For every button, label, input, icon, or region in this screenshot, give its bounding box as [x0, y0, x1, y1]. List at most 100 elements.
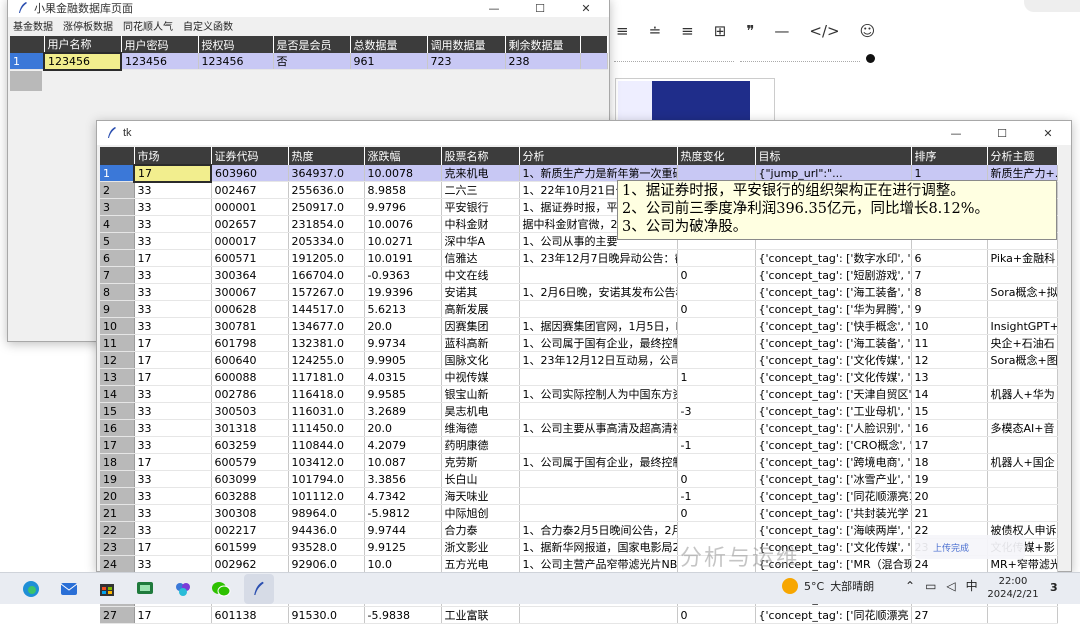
table-cell[interactable] [987, 487, 1058, 505]
table-cell[interactable]: 中科金财 [441, 215, 520, 233]
table-cell[interactable]: 1、23年12月7日晚异动公告：截至本公告日 [519, 249, 678, 267]
table-cell[interactable]: 因赛集团 [441, 317, 520, 335]
table-cell[interactable] [519, 402, 678, 420]
table-cell[interactable]: 8.9858 [364, 181, 442, 199]
row-index[interactable]: 17 [100, 436, 135, 454]
edge-icon[interactable] [16, 574, 46, 604]
table-cell[interactable]: 14 [911, 385, 988, 403]
table-cell[interactable]: 昊志机电 [441, 402, 520, 420]
table-cell[interactable]: 克来机电 [441, 165, 520, 182]
table-cell[interactable]: 33 [134, 300, 212, 318]
table-cell[interactable]: 10.0 [364, 555, 442, 573]
minimize-button[interactable]: — [471, 0, 517, 17]
table-cell[interactable]: 33 [134, 198, 212, 216]
table-cell[interactable]: 33 [134, 283, 212, 301]
table-cell[interactable]: 166704.0 [288, 266, 365, 284]
row-index[interactable]: 4 [100, 215, 135, 233]
table-cell[interactable]: {'concept_tag': ['快手概念', ' [755, 317, 912, 335]
table-cell[interactable]: 92906.0 [288, 555, 365, 573]
table-cell[interactable]: 33 [134, 181, 212, 199]
table-row[interactable]: 17 33 603259 110844.0 4.2079 药明康德 -1 {'concept_… [100, 436, 1058, 454]
table-cell[interactable] [519, 504, 678, 522]
table-cell[interactable]: 33 [134, 470, 212, 488]
table-cell[interactable]: 4.0315 [364, 368, 442, 386]
table-cell[interactable]: 1、据新华网报道，国家电影局2月18日发布数据显示 [519, 538, 678, 556]
table-cell[interactable]: {'concept_tag': ['天津自贸区', ' [755, 385, 912, 403]
table-cell[interactable]: 维海德 [441, 419, 520, 437]
column-header[interactable]: 总数据量 [350, 36, 428, 53]
clock[interactable]: 22:00 2024/2/21 [983, 575, 1043, 601]
row-index[interactable]: 8 [100, 283, 135, 301]
column-header[interactable]: 用户名称 [44, 36, 122, 53]
weather-widget[interactable]: 5°C 大部晴朗 [782, 578, 874, 594]
table-cell[interactable]: 123456 [43, 52, 122, 71]
table-row[interactable]: 1633301318111450.020.0维海德1、公司主要从事高清及超高清视… [100, 419, 1058, 437]
table-cell[interactable] [519, 487, 678, 505]
table-cell[interactable] [519, 436, 678, 454]
table-cell[interactable]: 3.3856 [364, 470, 442, 488]
row-index[interactable]: 19 [100, 470, 135, 488]
column-header[interactable]: 授权码 [198, 36, 274, 53]
table-cell[interactable]: 33 [134, 215, 212, 233]
table-cell[interactable]: {'concept_tag': ['跨境电商', ' [755, 453, 912, 471]
table-cell[interactable]: 111450.0 [288, 419, 365, 437]
table-cell[interactable]: 9.9585 [364, 385, 442, 403]
table-cell[interactable] [987, 266, 1058, 284]
row-index[interactable]: 2 [100, 181, 135, 199]
table-cell[interactable] [987, 300, 1058, 318]
table-cell[interactable]: 1、据因赛集团官网，1月5日，InsightGPT上 [519, 317, 678, 335]
table-cell[interactable]: 93528.0 [288, 538, 365, 556]
table-cell[interactable]: 231854.0 [288, 215, 365, 233]
table-cell[interactable]: 33 [134, 487, 212, 505]
table-cell[interactable] [519, 470, 678, 488]
table-row[interactable]: 19 33 603099 101794.0 3.3856 长白山 0 {'concept_ta… [100, 470, 1058, 488]
table-cell[interactable]: 银宝山新 [441, 385, 520, 403]
table-cell[interactable]: 116031.0 [288, 402, 365, 420]
table-cell[interactable]: 98964.0 [288, 504, 365, 522]
table-cell[interactable]: 255636.0 [288, 181, 365, 199]
table-cell[interactable]: -0.9363 [364, 266, 442, 284]
row-index[interactable]: 1 [10, 53, 45, 70]
table-cell[interactable]: 9 [911, 300, 988, 318]
table-cell[interactable]: 000001 [211, 198, 289, 216]
table-cell[interactable]: 药明康德 [441, 436, 520, 454]
table-cell[interactable]: 二六三 [441, 181, 520, 199]
table-cell[interactable]: 9.9905 [364, 351, 442, 369]
table-cell[interactable]: 33 [134, 419, 212, 437]
table-cell[interactable]: 21 [911, 504, 988, 522]
menu-item-custom-function[interactable]: 自定义函数 [183, 18, 233, 33]
table-cell[interactable]: 300503 [211, 402, 289, 420]
table-cell[interactable] [677, 521, 756, 539]
table-cell[interactable]: 20.0 [364, 419, 442, 437]
table-cell[interactable]: InsightGPT+ [987, 317, 1058, 335]
table-cell[interactable]: 17 [134, 249, 212, 267]
table-cell[interactable]: {'concept_tag': ['海工装备', ' [755, 283, 912, 301]
table-cell[interactable]: 4.2079 [364, 436, 442, 454]
table-cell[interactable]: 12 [911, 351, 988, 369]
table-cell[interactable]: 17 [134, 351, 212, 369]
table-cell[interactable]: 国脉文化 [441, 351, 520, 369]
row-index[interactable]: 9 [100, 300, 135, 318]
table-cell[interactable]: 17 [134, 606, 212, 624]
table-cell[interactable] [987, 504, 1058, 522]
app-circles-icon[interactable] [168, 574, 198, 604]
table-cell[interactable]: 123456 [198, 53, 274, 70]
table-cell[interactable] [519, 266, 678, 284]
table-cell[interactable]: 603099 [211, 470, 289, 488]
table-cell[interactable]: 300364 [211, 266, 289, 284]
table-row[interactable]: 6 17 600571 191205.0 10.0191 信雅达 1、23年12月7日晚异动… [100, 249, 1058, 267]
row-index[interactable]: 24 [100, 555, 135, 573]
table-cell[interactable]: 33 [134, 555, 212, 573]
row-index[interactable]: 7 [100, 266, 135, 284]
maximize-button[interactable]: ☐ [979, 121, 1025, 145]
table-cell[interactable]: 1、公司属于国有企业，最终控制人为国务院国有资产监督 [519, 334, 678, 352]
tk-feather-taskbar-icon[interactable] [244, 573, 274, 604]
table-cell[interactable]: 10 [911, 317, 988, 335]
table-cell[interactable]: {'concept_tag': ['数字水印', ' [755, 249, 912, 267]
table-cell[interactable]: 600571 [211, 249, 289, 267]
store-icon[interactable] [92, 574, 122, 604]
table-cell[interactable] [987, 470, 1058, 488]
table-cell[interactable] [677, 334, 756, 352]
column-header[interactable]: 用户密码 [121, 36, 199, 53]
column-header[interactable]: 排序 [911, 147, 988, 165]
